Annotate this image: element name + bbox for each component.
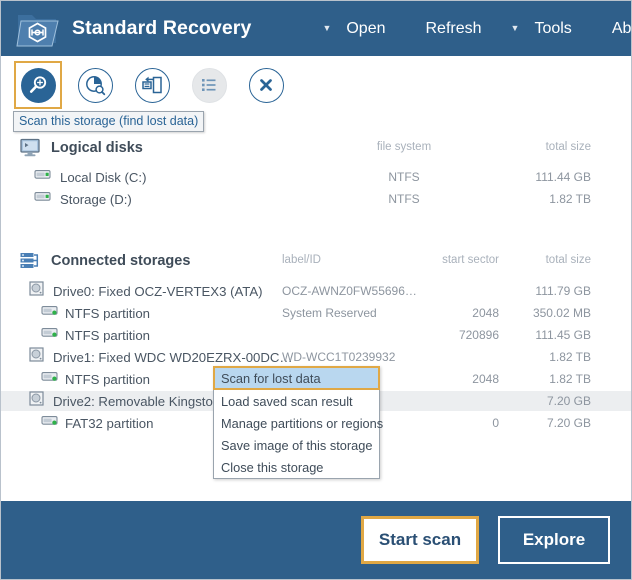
app-header: Standard Recovery ▼ Open Refresh ▼ Tools… (1, 1, 631, 56)
partition-icon (41, 326, 58, 344)
partition-icon (41, 304, 58, 322)
col-header-total-size: total size (545, 141, 591, 153)
table-row-local-disk-c[interactable]: Local Disk (C:) NTFS 111.44 GB (1, 167, 631, 187)
toolbar-scan-storage-button[interactable] (14, 61, 62, 109)
close-x-icon (248, 67, 284, 103)
nav-item-about[interactable]: About (603, 16, 631, 42)
toolbar-list-view-button (185, 61, 233, 109)
row-label: FAT32 partition (65, 415, 154, 431)
connected-storages-title: Connected storages (51, 253, 191, 269)
row-total-size: 111.45 GB (535, 328, 591, 342)
table-row-partition[interactable]: NTFS partition System Reserved 2048 350.… (1, 303, 631, 323)
row-label: Drive0: Fixed OCZ-VERTEX3 (ATA) (53, 283, 263, 299)
table-row-drive1[interactable]: Drive1: Fixed WDC WD20EZRX-00DC… WD-WCC1… (1, 347, 631, 367)
row-file-system: NTFS (388, 170, 420, 184)
pie-chart-search-icon (77, 67, 113, 103)
row-start-sector: 2048 (472, 306, 499, 320)
monitor-icon (19, 138, 41, 158)
save-image-icon (134, 67, 170, 103)
col-header-start-sector: start sector (442, 254, 499, 266)
ctx-manage-partitions[interactable]: Manage partitions or regions (214, 412, 383, 434)
row-start-sector: 0 (492, 416, 499, 430)
row-total-size: 350.02 MB (532, 306, 591, 320)
nav-item-refresh[interactable]: Refresh (417, 16, 491, 42)
drive-icon (34, 190, 51, 208)
row-label-id: WD-WCC1T0239932 (282, 350, 396, 364)
toolbar (1, 56, 631, 114)
ctx-scan-for-lost-data[interactable]: Scan for lost data (213, 366, 380, 390)
list-icon (191, 67, 227, 103)
logical-disks-title: Logical disks (51, 140, 143, 156)
row-label: NTFS partition (65, 305, 151, 321)
row-start-sector: 2048 (472, 372, 499, 386)
toolbar-save-image-button[interactable] (128, 61, 176, 109)
partition-icon (41, 370, 58, 388)
chevron-down-icon-tools[interactable]: ▼ (505, 24, 526, 33)
row-label: Storage (D:) (60, 191, 132, 207)
app-window: Standard Recovery ▼ Open Refresh ▼ Tools… (0, 0, 632, 580)
toolbar-load-scan-result-button[interactable] (71, 61, 119, 109)
col-header-total-size: total size (545, 254, 591, 266)
row-label: NTFS partition (65, 371, 151, 387)
app-title: Standard Recovery (72, 17, 252, 39)
chevron-down-icon-open[interactable]: ▼ (316, 24, 337, 33)
ctx-load-saved-scan-result[interactable]: Load saved scan result (214, 390, 379, 412)
ctx-close-storage[interactable]: Close this storage (214, 456, 379, 478)
row-file-system: NTFS (388, 192, 420, 206)
row-total-size: 1.82 TB (549, 372, 591, 386)
row-total-size: 7.20 GB (546, 394, 591, 408)
context-menu: Scan for lost data Load saved scan resul… (213, 366, 383, 479)
row-total-size: 1.82 TB (549, 192, 591, 206)
ctx-save-image[interactable]: Save image of this storage (214, 434, 379, 456)
connected-storages-header: Connected storages label/ID start sector… (1, 248, 631, 274)
toolbar-close-storage-button[interactable] (242, 61, 290, 109)
main-nav: ▼ Open Refresh ▼ Tools About (316, 16, 631, 42)
logical-disks-header: Logical disks file system total size (1, 135, 631, 161)
tooltip-scan-this-storage: Scan this storage (find lost data) (13, 111, 205, 132)
disk-icon (29, 347, 44, 367)
partition-icon (41, 414, 58, 432)
col-header-label-id: label/ID (282, 254, 321, 266)
col-header-file-system: file system (376, 141, 432, 153)
footer-bar: Start scan Explore (1, 501, 631, 579)
storage-stack-icon (19, 251, 41, 271)
row-label: NTFS partition (65, 327, 151, 343)
start-scan-button[interactable]: Start scan (361, 516, 479, 564)
table-row-storage-d[interactable]: Storage (D:) NTFS 1.82 TB (1, 189, 631, 209)
row-label-id: OCZ-AWNZ0FW55696… (282, 284, 417, 298)
nav-item-open[interactable]: Open (337, 16, 394, 42)
row-total-size: 111.44 GB (535, 170, 591, 184)
row-start-sector: 720896 (458, 328, 499, 342)
row-total-size: 1.82 TB (549, 350, 591, 364)
table-row-drive0[interactable]: Drive0: Fixed OCZ-VERTEX3 (ATA) OCZ-AWNZ… (1, 281, 631, 301)
table-row-partition[interactable]: NTFS partition 720896 111.45 GB (1, 325, 631, 345)
row-total-size: 111.79 GB (535, 284, 591, 298)
explore-button[interactable]: Explore (498, 516, 610, 564)
drive-icon (34, 168, 51, 186)
row-total-size: 7.20 GB (546, 416, 591, 430)
row-label: Drive1: Fixed WDC WD20EZRX-00DC… (53, 349, 293, 365)
nav-item-tools[interactable]: Tools (525, 16, 580, 42)
disk-icon (29, 281, 44, 301)
magnifier-scan-icon (20, 67, 56, 103)
row-label: Drive2: Removable Kingston (53, 393, 221, 409)
disk-icon (29, 391, 44, 411)
row-label: Local Disk (C:) (60, 169, 147, 185)
row-label-id: System Reserved (282, 306, 377, 320)
folder-hexagon-logo-icon (15, 7, 61, 51)
